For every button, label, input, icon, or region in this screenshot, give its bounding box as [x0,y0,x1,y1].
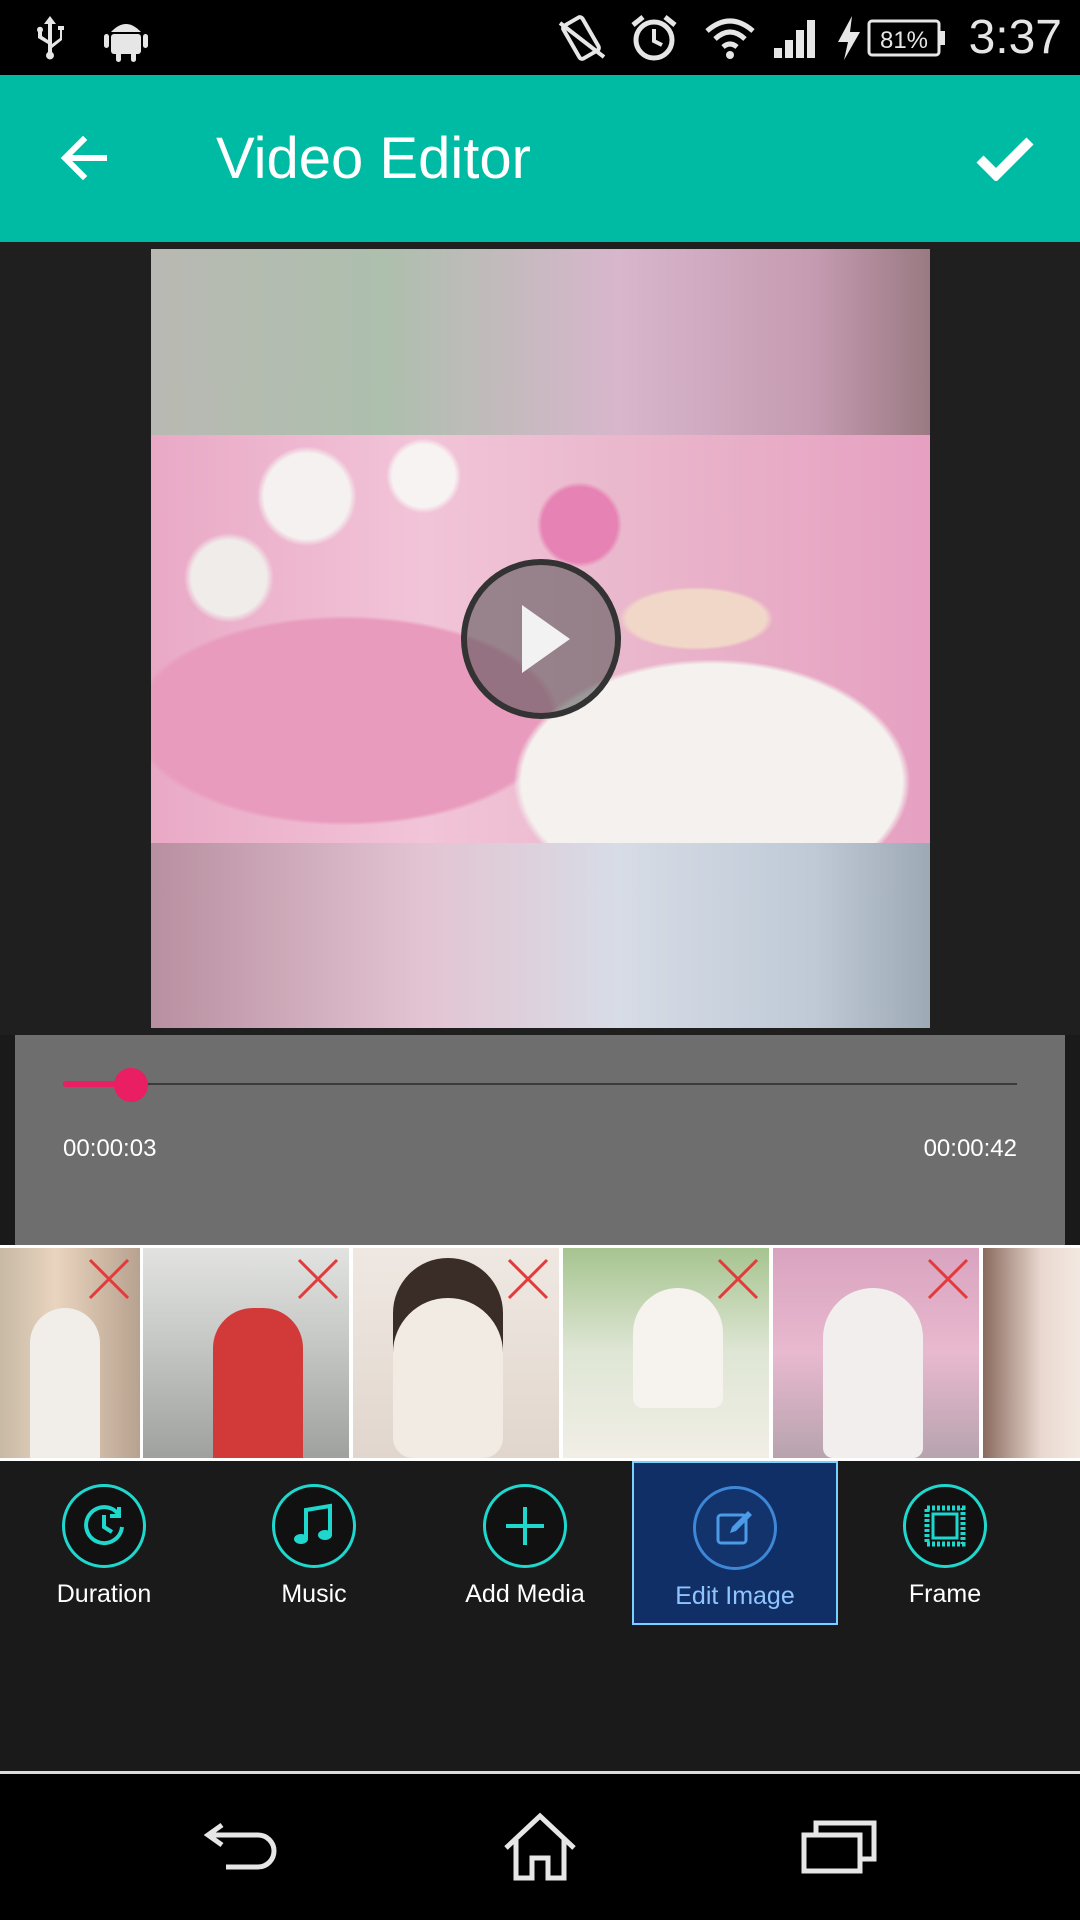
thumb-figure [633,1288,723,1408]
seek-track[interactable] [63,1083,1017,1085]
preview-blur-bottom [151,843,930,1028]
status-bar: 81% 3:37 [0,0,1080,75]
play-icon [522,605,570,673]
battery-icon: 81% [866,0,948,75]
edit-icon [693,1486,777,1570]
duration-button[interactable]: Duration [1,1461,207,1625]
filmstrip-item[interactable] [353,1248,559,1458]
thumb-figure [823,1288,923,1458]
total-time: 00:00:42 [923,1135,1017,1162]
music-button[interactable]: Music [211,1461,417,1625]
filmstrip-item[interactable] [563,1248,769,1458]
close-icon[interactable] [925,1256,971,1302]
timeline-panel: 00:00:03 00:00:42 [15,1035,1065,1245]
seek-thumb[interactable] [114,1068,149,1102]
frame-icon [903,1484,987,1568]
plus-icon [483,1484,567,1568]
frame-label: Frame [908,1580,982,1608]
arrow-left-icon [60,136,107,180]
frame-button[interactable]: Frame [842,1461,1048,1625]
home-icon [504,1812,576,1881]
done-button[interactable] [960,113,1050,203]
bottom-toolbar: Duration Music Add Media Edit Image Fram… [0,1461,1080,1771]
back-button[interactable] [40,113,130,203]
duration-label: Duration [56,1580,152,1608]
filmstrip-item[interactable] [773,1248,979,1458]
back-nav-icon [203,1822,277,1870]
filmstrip-item[interactable] [143,1248,349,1458]
thumb-figure [30,1308,100,1458]
charging-icon [834,0,864,75]
music-label: Music [281,1580,347,1608]
clock-icon [62,1484,146,1568]
preview-area [0,242,1080,1035]
android-icon [102,0,150,75]
vibrate-icon [552,0,612,75]
nav-back-button[interactable] [162,1774,322,1920]
alarm-icon [628,0,680,75]
signal-icon [770,0,822,75]
recents-icon [801,1820,877,1874]
edit-image-label: Edit Image [675,1582,795,1610]
wifi-icon [704,0,756,75]
play-button[interactable] [461,559,621,719]
usb-icon [30,0,70,75]
clock-time: 3:37 [968,11,1062,64]
add-media-button[interactable]: Add Media [422,1461,628,1625]
nav-recents-button[interactable] [760,1774,920,1920]
current-time: 00:00:03 [63,1135,157,1162]
nav-home-button[interactable] [460,1774,620,1920]
app-bar: Video Editor [0,75,1080,242]
thumb-figure [213,1308,303,1458]
filmstrip [0,1245,1080,1461]
battery-percent: 81% [880,27,928,54]
close-icon[interactable] [505,1256,551,1302]
close-icon[interactable] [715,1256,761,1302]
video-preview[interactable] [151,249,930,1028]
edit-image-button[interactable]: Edit Image [632,1461,838,1625]
preview-blur-top [151,249,930,435]
filmstrip-item[interactable] [0,1248,140,1458]
navigation-bar [0,1774,1080,1920]
music-note-icon [272,1484,356,1568]
add-media-label: Add Media [465,1580,585,1608]
check-icon [976,137,1034,181]
page-title: Video Editor [216,126,531,191]
close-icon[interactable] [86,1256,132,1302]
close-icon[interactable] [295,1256,341,1302]
thumb-figure [393,1258,503,1458]
filmstrip-item[interactable] [983,1248,1080,1458]
